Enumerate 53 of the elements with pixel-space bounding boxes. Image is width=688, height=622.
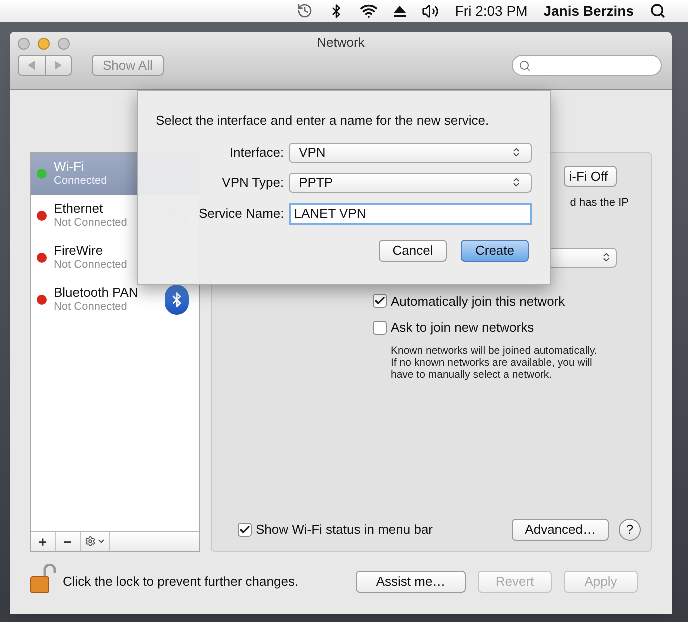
speaker-icon[interactable] xyxy=(422,2,440,20)
checkbox[interactable] xyxy=(373,294,387,308)
padlock-icon[interactable] xyxy=(30,564,56,594)
sheet-prompt: Select the interface and enter a name for the new service. xyxy=(156,112,490,130)
sheet-button[interactable]: Create xyxy=(461,240,529,262)
popup-menu[interactable]: PPTP xyxy=(289,172,532,192)
service-name: Ethernet xyxy=(54,202,104,216)
checkbox[interactable] xyxy=(238,523,252,537)
field-label: VPN Type: xyxy=(221,174,286,192)
wifi-power-button[interactable]: i-Fi Off xyxy=(564,166,617,187)
user-name[interactable]: Janis Berzins xyxy=(544,0,634,22)
search-field[interactable] xyxy=(512,55,662,76)
wifi-icon[interactable] xyxy=(360,2,378,20)
show-status-label: Show Wi-Fi status in menu bar xyxy=(256,521,434,540)
service-name: Bluetooth PAN xyxy=(54,286,140,300)
join-note: Known networks will be joined automatically. If no known networks are available, you will have to manually select a network. xyxy=(391,344,598,380)
advanced-button[interactable]: Advanced… xyxy=(512,519,609,541)
service-status: Connected xyxy=(54,174,108,188)
popup-menu[interactable]: VPN xyxy=(289,142,532,162)
window-title: Network xyxy=(317,34,365,52)
service-item[interactable]: Bluetooth PAN Not Connected xyxy=(31,279,199,321)
service-name: FireWire xyxy=(54,244,104,258)
gear-icon xyxy=(84,536,96,547)
close-control[interactable] xyxy=(18,38,30,50)
help-button[interactable]: ? xyxy=(619,519,641,541)
service-name-field[interactable]: LANET VPN xyxy=(289,202,532,224)
sheet-button[interactable]: Cancel xyxy=(379,240,447,262)
search-icon xyxy=(519,60,531,72)
zoom-control[interactable] xyxy=(58,38,70,50)
stepper-arrows-icon xyxy=(511,177,522,188)
eject-icon[interactable] xyxy=(394,6,406,16)
minimize-control[interactable] xyxy=(38,38,50,50)
clock-history-icon[interactable] xyxy=(297,3,314,19)
option-label: Automatically join this network xyxy=(391,292,566,311)
stepper-arrows-icon xyxy=(511,147,522,158)
option-label: Ask to join new networks xyxy=(391,319,534,337)
remove-button[interactable]: − xyxy=(56,532,81,551)
footer-button[interactable]: Assist me… xyxy=(356,571,466,593)
add-button[interactable]: + xyxy=(31,532,56,551)
search-icon[interactable] xyxy=(650,3,666,19)
checkbox[interactable] xyxy=(373,320,387,335)
service-status: Not Connected xyxy=(54,216,128,230)
field-label: Service Name: xyxy=(198,204,286,223)
service-status: Not Connected xyxy=(54,258,128,272)
stepper-arrows-icon xyxy=(601,252,612,263)
menu-clock[interactable]: Fri 2:03 PM xyxy=(455,0,528,22)
bluetooth-icon xyxy=(165,285,189,315)
field-label: Interface: xyxy=(228,144,286,162)
status-description: d has the IP xyxy=(570,196,629,211)
service-name: Wi-Fi xyxy=(54,160,86,174)
caret-icon xyxy=(96,537,106,546)
service-status: Not Connected xyxy=(54,300,128,314)
lock-hint: Click the lock to prevent further changes. xyxy=(63,573,299,592)
